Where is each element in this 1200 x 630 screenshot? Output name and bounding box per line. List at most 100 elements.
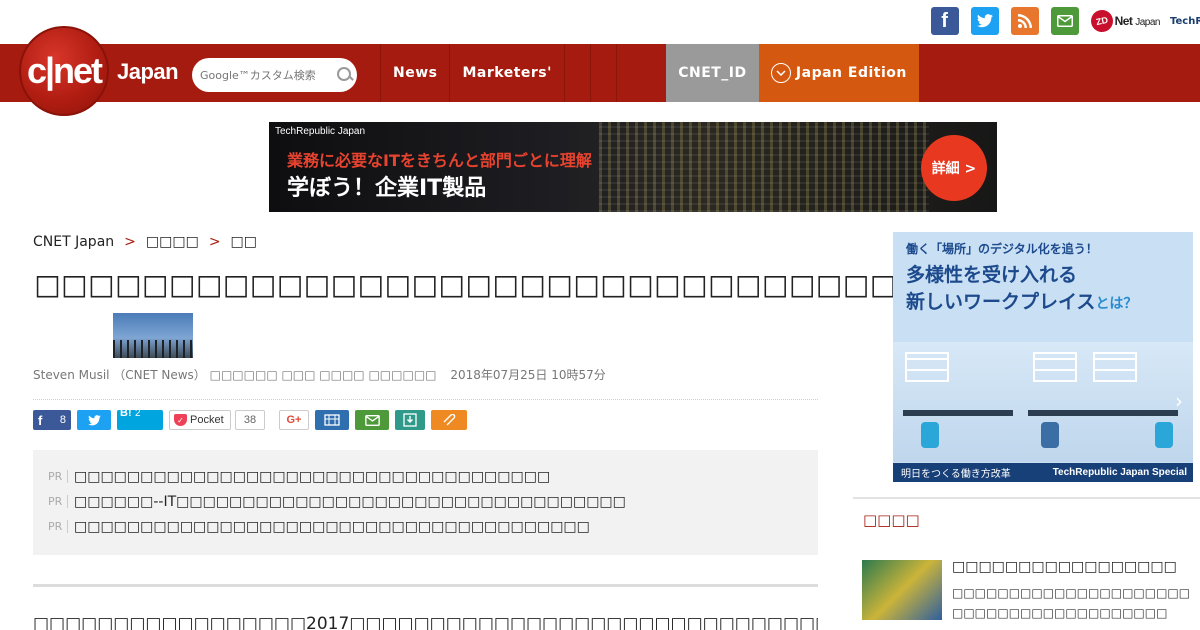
search-icon[interactable] — [336, 66, 354, 84]
ad-details-button[interactable]: 詳細 > — [921, 135, 987, 201]
ad-city-image — [599, 122, 929, 212]
article-thumbnail[interactable] — [113, 313, 193, 358]
search-input[interactable] — [200, 68, 332, 82]
facebook-share-count: 8 — [59, 414, 66, 426]
zdnet-name: Net — [1114, 14, 1133, 28]
save-button[interactable] — [395, 410, 425, 430]
facebook-icon: f — [38, 412, 43, 428]
nav-items: News Marketers' CNET_ID Japan Edition — [380, 44, 919, 102]
share-buttons: f 8 B! 2 ✓ Pocket 38 G+ — [33, 407, 473, 430]
nav-item-blank[interactable] — [563, 44, 590, 102]
pr-link[interactable]: PR □□□□□□□□□□□□□□□□□□□□□□□□□□□□□□□□□□□□ — [48, 464, 818, 489]
pr-tag: PR — [48, 495, 68, 508]
side-ad-footer-right: TechRepublic Japan Special — [1052, 467, 1187, 478]
mail-icon[interactable] — [1050, 7, 1079, 35]
side-ad-headline-1: 多様性を受け入れる — [906, 264, 1078, 286]
chair-illustration — [1041, 422, 1059, 448]
google-plus-button[interactable]: G+ — [279, 410, 309, 430]
sidebar-section-title: □□□□ — [863, 511, 920, 529]
nav-item-cnet-id[interactable]: CNET_ID — [665, 44, 759, 102]
zdnet-logo[interactable]: ZD Net Japan — [1088, 7, 1161, 35]
chair-illustration — [1155, 422, 1173, 448]
social-icons: f ZD Net Japan TechRepublic — [930, 7, 1200, 35]
edition-label: Japan Edition — [795, 65, 907, 81]
desk-illustration — [903, 410, 1013, 416]
print-button[interactable] — [315, 410, 349, 430]
sidebar-divider — [853, 497, 1200, 499]
pr-link[interactable]: PR □□□□□□□□□□□□□□□□□□□□□□□□□□□□□□□□□□□□□… — [48, 514, 818, 539]
techrepublic-logo[interactable]: TechRepublic — [1170, 16, 1200, 27]
hatena-bookmark-button[interactable]: B! 2 — [117, 407, 163, 430]
twitter-icon[interactable] — [970, 7, 999, 35]
search-box — [192, 58, 357, 92]
byline-divider — [33, 399, 818, 400]
nav-item-blank[interactable] — [615, 44, 642, 102]
ad-headline-2: 学ぼう！企業IT製品 — [287, 176, 487, 201]
ad-brand: TechRepublic Japan — [275, 126, 366, 137]
shelf-illustration — [1033, 352, 1077, 382]
pr-link[interactable]: PR □□□□□□--IT□□□□□□□□□□□□□□□□□□□□□□□□□□□… — [48, 489, 818, 514]
breadcrumb: CNET Japan > □□□□ > □□ — [33, 234, 257, 250]
pr-link-text: □□□□□□□□□□□□□□□□□□□□□□□□□□□□□□□□□□□□□□□ — [74, 518, 590, 535]
nav-item-news[interactable]: News — [380, 44, 449, 102]
desk-illustration — [1028, 410, 1178, 416]
shelf-illustration — [905, 352, 949, 382]
zdnet-mark: ZD — [1088, 7, 1115, 35]
side-ad-banner[interactable]: 働く「場所」のデジタル化を追う！ 多様性を受け入れる 新しいワークプレイスとは？… — [893, 232, 1193, 482]
facebook-share-button[interactable]: f 8 — [33, 410, 71, 430]
ad-headline-1: 業務に必要なITをきちんと部門ごとに理解 — [287, 151, 592, 170]
side-ad-headline-2-suffix: とは？ — [1095, 296, 1138, 312]
shelf-illustration — [1093, 352, 1137, 382]
sidebar-item-desc-line: □□□□□□□□□□□□□□□□□□□ — [952, 606, 1168, 620]
sidebar-item-desc: □□□□□□□□□□□□□□□□□□□□□ □□□□□□□□□□□□□□□□□□… — [952, 583, 1192, 623]
rss-icon[interactable] — [1010, 7, 1039, 35]
chevron-down-icon — [770, 63, 791, 83]
side-ad-headline-2: 新しいワークプレイスとは？ — [906, 287, 1137, 314]
nav-item-japan-edition[interactable]: Japan Edition — [758, 44, 919, 102]
nav-item-marketers[interactable]: Marketers' — [449, 44, 563, 102]
side-ad-lead: 働く「場所」のデジタル化を追う！ — [906, 242, 1098, 256]
utility-bar: f ZD Net Japan TechRepublic — [0, 0, 1200, 44]
side-ad-footer: 明日をつくる働き方改革 TechRepublic Japan Special — [893, 463, 1193, 482]
zdnet-sub: Japan — [1135, 17, 1160, 28]
cnet-logo[interactable]: c|net — [19, 26, 109, 116]
sidebar-item-desc-line: □□□□□□□□□□□□□□□□□□□□□ — [952, 586, 1191, 600]
article-body: □□□□□□□□□□□□□□□□□2017□□□□□□□□□□□□□□□□□□□… — [33, 614, 818, 630]
paperclip-icon — [443, 414, 456, 426]
pr-links-box: PR □□□□□□□□□□□□□□□□□□□□□□□□□□□□□□□□□□□□ … — [33, 450, 818, 555]
pr-link-text: □□□□□□□□□□□□□□□□□□□□□□□□□□□□□□□□□□□□ — [74, 468, 551, 485]
cnet-logo-japan[interactable]: Japan — [117, 59, 179, 85]
hatena-count: 2 — [135, 408, 141, 419]
pocket-icon: ✓ — [174, 414, 187, 426]
pocket-label: Pocket — [190, 414, 224, 426]
sidebar-item-thumbnail[interactable] — [862, 560, 942, 620]
breadcrumb-item-category[interactable]: □□ — [231, 234, 257, 250]
article-divider — [33, 584, 818, 587]
mail-share-button[interactable] — [355, 410, 389, 430]
zdnet-text: Net Japan — [1114, 14, 1161, 28]
article-date: 2018年07月25日 10時57分 — [450, 368, 606, 382]
pr-link-text: □□□□□□--IT□□□□□□□□□□□□□□□□□□□□□□□□□□□□□□… — [74, 493, 626, 510]
breadcrumb-item-section[interactable]: □□□□ — [146, 234, 199, 250]
nav-item-blank[interactable] — [589, 44, 616, 102]
facebook-icon[interactable]: f — [930, 7, 959, 35]
chevron-right-icon[interactable]: › — [1175, 389, 1183, 413]
hatena-icon: B! — [120, 407, 132, 419]
chair-illustration — [921, 422, 939, 448]
side-ad-headline-2-main: 新しいワークプレイス — [906, 291, 1096, 313]
article-author: Steven Musil （CNET News） □□□□□□ □□□ □□□□… — [33, 368, 437, 382]
download-icon — [403, 413, 417, 427]
mail-icon — [364, 414, 380, 426]
breadcrumb-item-home[interactable]: CNET Japan — [33, 234, 114, 250]
sidebar-item-title[interactable]: □□□□□□□□□□□□□□□□□ — [952, 559, 1177, 575]
pr-tag: PR — [48, 470, 68, 483]
breadcrumb-separator: > — [124, 234, 136, 250]
pocket-button[interactable]: ✓ Pocket — [169, 410, 231, 430]
cnet-logo-text: c|net — [26, 50, 103, 91]
print-icon — [324, 414, 340, 426]
twitter-share-button[interactable] — [77, 410, 111, 430]
top-ad-banner[interactable]: TechRepublic Japan 業務に必要なITをきちんと部門ごとに理解 … — [269, 122, 997, 212]
pr-tag: PR — [48, 520, 68, 533]
pocket-count: 38 — [235, 410, 265, 430]
clip-button[interactable] — [431, 410, 467, 430]
